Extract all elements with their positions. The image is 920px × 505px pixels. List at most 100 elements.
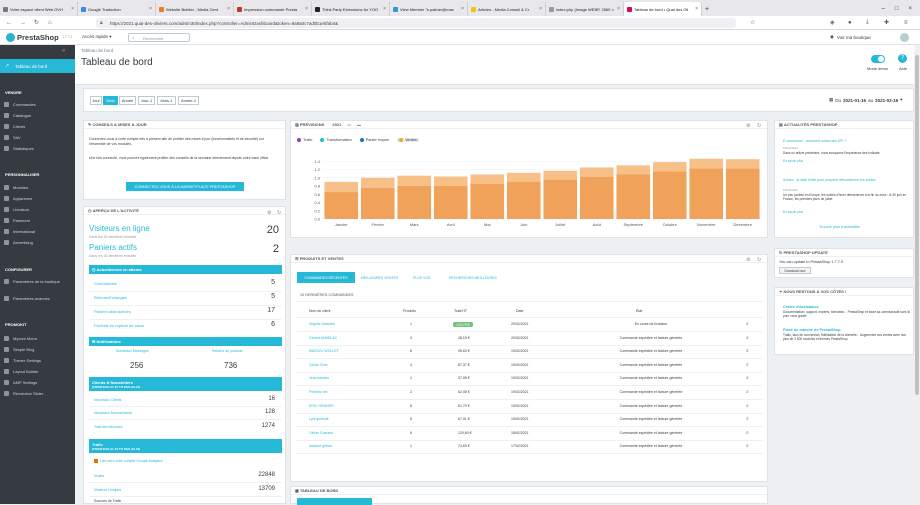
browser-tab[interactable]: Google Traduction × [78,2,156,16]
sidebar-item-appearance[interactable]: Apparence [4,196,32,201]
customer-name[interactable]: Lynl guidonit [309,417,329,421]
marketplace-link[interactable]: Place de marché de PrestaShop [783,328,841,332]
close-icon[interactable]: × [227,6,230,12]
read-more-link[interactable]: En savoir plus [783,210,803,214]
legend-item-active[interactable]: Ventes [397,138,419,142]
customer-name[interactable]: Cécile Civin [309,363,327,367]
profile-icon[interactable]: ● [848,20,852,26]
customer-name[interactable]: MARCEL WOLLET [309,349,339,353]
search-input[interactable]: ⌕ Rechercher [128,33,190,42]
news-item-title[interactable]: E-commerce : comment suivre ses KPI ? [783,139,908,143]
help-center-link[interactable]: Centre d'assistance [783,305,819,309]
sidebar-item-theme-settings[interactable]: Theme Settings [4,358,41,363]
close-icon[interactable]: × [695,6,698,12]
reload-icon[interactable]: ↻ [34,19,39,26]
new-tab-icon[interactable]: + [702,2,712,16]
extensions-icon[interactable]: ✚ [884,19,889,26]
sidebar-item-customers[interactable]: Clients [4,124,25,129]
browser-tab[interactable]: Impression commande Presta × [234,2,312,16]
search-icon[interactable]: ⌕ [746,321,749,327]
browser-tab[interactable]: index.php (Image WEBP, 2560 × × [546,2,624,16]
forward-icon[interactable]: → [20,20,26,26]
sidebar-item-shipping[interactable]: Livraison [4,207,29,212]
period-year-button[interactable]: Année [119,96,136,105]
browser-tab-active[interactable]: Tableau de bord • Quai des Oli × [624,2,702,16]
sidebar-item-international[interactable]: International [4,229,35,234]
sidebar-item-mycom-menu[interactable]: Mycom Menu [4,336,37,341]
pending-returns-link[interactable]: Retours/Échanges [94,295,127,300]
period-day-button[interactable]: Jour [90,96,102,105]
customer-name[interactable]: maxime gireau [309,444,332,448]
sidebar-item-modules[interactable]: Modules [4,185,28,190]
new-messages-link[interactable]: Nouveaux Messages [116,349,149,353]
date-range-picker[interactable]: ▦ Du 2021-01-16 au 2021-02-16 ▾ [829,97,902,103]
close-icon[interactable]: × [71,6,74,12]
chart-type-icon-2[interactable]: ▬ [357,122,361,127]
new-subscriptions-link[interactable]: Nouveaux Abonnements [94,411,132,415]
refresh-icon[interactable]: ↻ [277,210,281,216]
tab-recent-orders[interactable]: COMMANDES RÉCENTES [297,272,355,283]
sidebar-item-advanced-params[interactable]: Paramètres avancés [4,296,50,301]
scrollbar[interactable] [914,45,920,504]
tab-best-sellers[interactable]: MEILLEURES VENTES [361,276,398,280]
browser-tab[interactable]: Votre espace client Web OVH × [0,2,78,16]
close-icon[interactable]: × [461,6,464,12]
search-icon[interactable]: ⌕ [746,443,749,449]
download-icon[interactable]: ⤓ [866,19,869,26]
search-icon[interactable]: ⌕ [746,335,749,341]
period-month-prev-button[interactable]: Mois-1 [157,96,176,105]
config-icon[interactable]: ⚙ [746,257,750,263]
sidebar-item-stats[interactable]: Statistiques [4,146,34,151]
config-icon[interactable]: ⚙ [746,123,750,129]
refresh-icon[interactable]: ↻ [757,257,761,263]
search-icon[interactable]: ⌕ [746,389,749,395]
customer-name[interactable]: Olivier Guerard [309,431,333,435]
period-day-prev-button[interactable]: Jour-1 [138,96,155,105]
bookmark-star-icon[interactable]: ☆ [750,19,755,26]
pending-orders-link[interactable]: Commandes [94,281,117,286]
minimize-icon[interactable]: – [882,6,885,12]
pending-abandoned-link[interactable]: Paniers abandonnés [94,309,131,314]
read-more-link[interactable]: En savoir plus [783,159,803,163]
news-item-title[interactable]: Soldes : la date limite pour préparer ef… [783,178,908,183]
carts-label[interactable]: Paniers actifs [89,243,137,252]
sidebar-item-amp-settings[interactable]: AMP Settings [4,380,37,385]
browser-tab[interactable]: Third-Party Extensions for YOO × [312,2,390,16]
close-window-icon[interactable]: × [908,6,912,12]
tab-top-searches[interactable]: RECHERCHES MEILLEURES [449,276,497,280]
search-icon[interactable]: ⌕ [746,430,749,436]
breadcrumb[interactable]: Tableau de bord [81,48,113,53]
sidebar-item-payment[interactable]: Paiement [4,218,30,223]
customer-name[interactable]: Jean barbius [309,376,329,380]
avatar[interactable] [900,33,909,42]
view-shop-link[interactable]: ◉ Voir ma boutique [830,34,871,40]
visitors-label[interactable]: Visiteurs en ligne [89,224,150,233]
legend-item[interactable]: Trafic [297,138,312,142]
chart-type-icon[interactable]: ▭ [347,122,351,127]
sidebar-item-orders[interactable]: Commandes [4,102,36,107]
customer-name[interactable]: ERIC GRAVIER [309,404,334,408]
customer-name[interactable]: Frédéric vet [309,390,327,394]
close-icon[interactable]: × [539,6,542,12]
customer-name[interactable]: Virginie Daladéa [309,322,335,326]
close-icon[interactable]: × [617,6,620,12]
sidebar-item-simple-blog[interactable]: Simple Blog [4,347,34,352]
customer-name[interactable]: Gerard ANNELAC [309,336,337,340]
visits-link[interactable]: Visites [94,474,104,478]
shield-icon[interactable]: ◈ [830,19,835,26]
browser-tab[interactable]: Articles - Media Conseil & Cr × [468,2,546,16]
browser-tab[interactable]: Website Builder - Media Cent × [156,2,234,16]
more-news-link[interactable]: Trouver plus d'actualités [819,225,860,229]
sidebar-item-shop-params[interactable]: Paramètres de la boutique [4,279,64,284]
legend-item[interactable]: Transformation [320,138,352,142]
search-icon[interactable]: ⌕ [746,416,749,422]
legend-item[interactable]: Panier moyen [359,138,389,142]
menu-icon[interactable]: ≡ [904,20,908,26]
new-customers-link[interactable]: Nouveaux Clients [94,398,121,402]
browser-tab[interactable]: View Member "k.palmer@mac × [390,2,468,16]
close-icon[interactable]: × [149,6,152,12]
tab-most-viewed[interactable]: PLUS VUS [413,276,430,280]
search-icon[interactable]: ⌕ [746,348,749,354]
download-button[interactable]: Download now [779,267,811,274]
sidebar-item-layout-builder[interactable]: Layout Builder [4,369,39,374]
